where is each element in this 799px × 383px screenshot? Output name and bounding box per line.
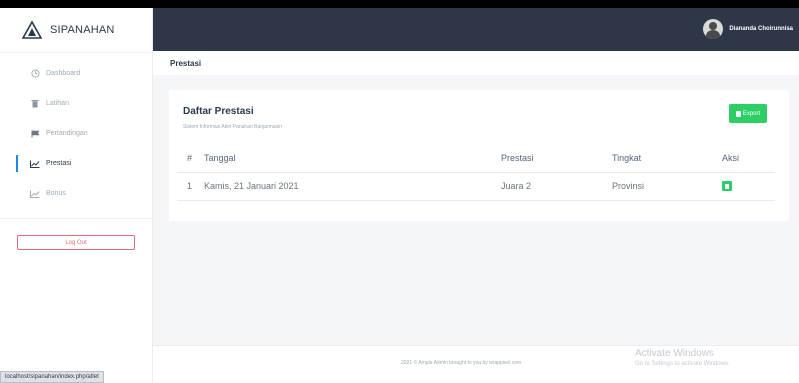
brand[interactable]: SIPANAHAN [0, 8, 152, 53]
sidebar-nav: Dashboard Latihan Pertandingan Prestasi [0, 59, 152, 208]
cell-tanggal: Kamis, 21 Januari 2021 [204, 172, 501, 201]
sidebar-divider [0, 218, 152, 219]
column-header: Tingkat [612, 144, 722, 173]
sidebar-item-latihan[interactable]: Latihan [0, 89, 152, 118]
column-header: Tanggal [204, 144, 501, 173]
sidebar-item-label: Pertandingan [46, 130, 88, 137]
browser-status-url: localhost/sipanahan/index.php/atlet [0, 371, 104, 383]
windows-watermark: Activate Windows Go to Settings to activ… [635, 348, 730, 367]
sidebar-item-prestasi[interactable]: Prestasi [0, 149, 152, 178]
export-button[interactable]: Export [729, 104, 767, 123]
logo-icon [22, 21, 42, 39]
avatar[interactable] [703, 19, 724, 39]
brand-name: SIPANAHAN [50, 24, 115, 36]
footer: 2021 © Ample Admin brought to you by wra… [153, 345, 799, 383]
page-header: Prestasi [153, 51, 799, 75]
chart-line-icon [30, 189, 40, 199]
page-title: Prestasi [170, 58, 202, 68]
user-menu[interactable]: Diananda Choirunnisa [703, 19, 793, 39]
file-icon [735, 110, 741, 117]
trash-icon [30, 99, 40, 109]
watermark-title: Activate Windows [635, 348, 714, 359]
user-name[interactable]: Diananda Choirunnisa [729, 26, 793, 32]
sidebar-item-bonus[interactable]: Bonus [0, 179, 152, 208]
table-header-row: # Tanggal Prestasi Tingkat Aksi [177, 144, 775, 173]
card-title: Daftar Prestasi [183, 106, 254, 117]
topbar: Diananda Choirunnisa [153, 8, 799, 51]
card-subtitle: Sistem Informasi Atlet Panahan Banjarmas… [183, 124, 282, 130]
app-window: SIPANAHAN Dashboard Latihan Pertandingan [0, 8, 799, 383]
clock-icon [30, 69, 40, 79]
sidebar-item-label: Bonus [46, 190, 66, 197]
column-header: # [177, 144, 204, 173]
prestasi-card: Daftar Prestasi Sistem Informasi Atlet P… [169, 90, 789, 221]
sidebar-item-label: Prestasi [46, 160, 72, 167]
sidebar-item-label: Dashboard [46, 70, 81, 77]
sidebar: SIPANAHAN Dashboard Latihan Pertandingan [0, 8, 153, 383]
file-icon [725, 183, 729, 189]
sidebar-item-dashboard[interactable]: Dashboard [0, 59, 152, 88]
prestasi-table: # Tanggal Prestasi Tingkat Aksi 1 Kamis,… [177, 144, 775, 201]
table-row: 1 Kamis, 21 Januari 2021 Juara 2 Provins… [177, 172, 775, 201]
sidebar-item-pertandingan[interactable]: Pertandingan [0, 119, 152, 148]
sidebar-item-label: Latihan [46, 100, 69, 107]
watermark-subtitle: Go to Settings to activate Windows. [635, 361, 730, 367]
flag-icon [30, 129, 40, 139]
cell-aksi [722, 172, 775, 201]
column-header: Prestasi [501, 144, 612, 173]
column-header: Aksi [722, 144, 775, 173]
cell-prestasi: Juara 2 [501, 172, 612, 201]
chart-line-icon [30, 159, 40, 169]
logout-button[interactable]: Log Out [17, 235, 135, 250]
cell-tingkat: Provinsi [612, 172, 722, 201]
footer-text: 2021 © Ample Admin brought to you by wra… [401, 360, 522, 366]
export-label: Export [742, 110, 761, 117]
cell-no: 1 [177, 172, 204, 201]
detail-button[interactable] [722, 181, 732, 192]
